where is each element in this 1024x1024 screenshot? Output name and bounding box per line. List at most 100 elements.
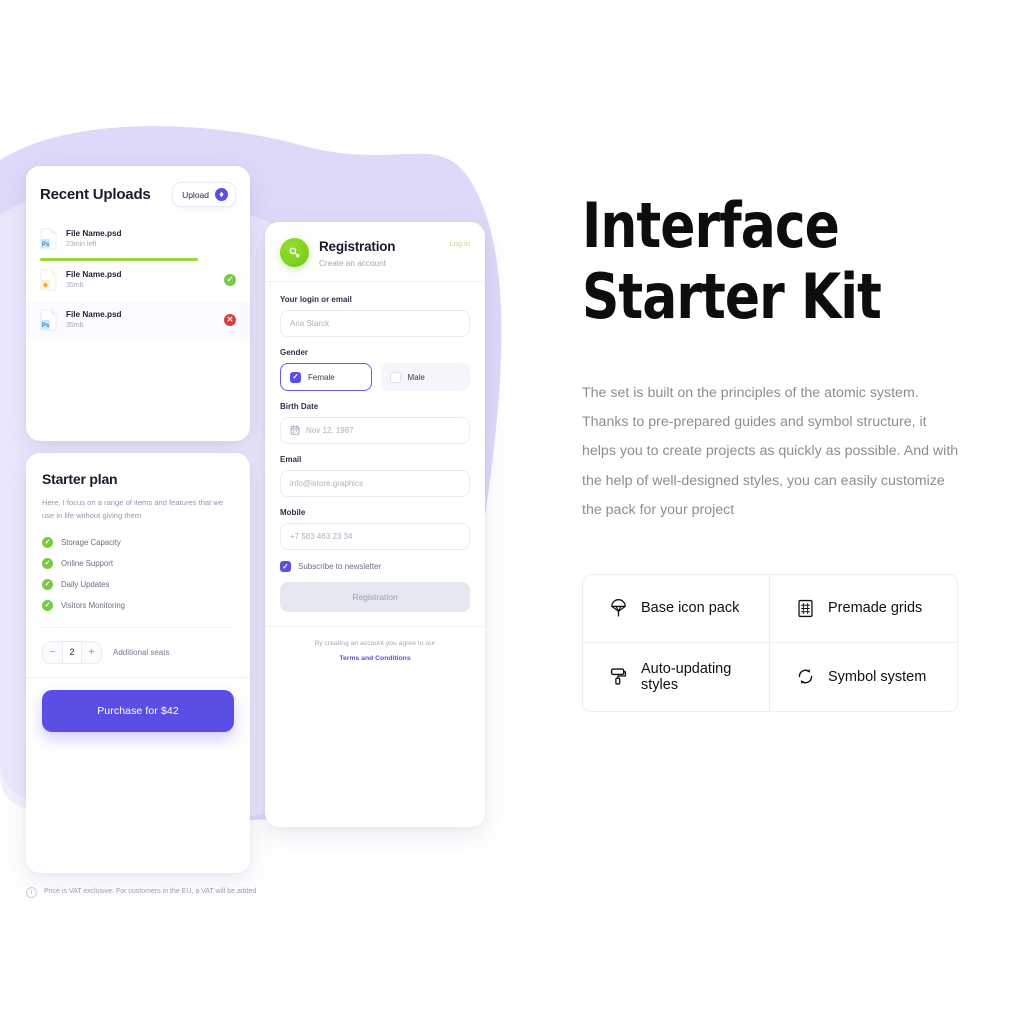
check-glyph: ✓: [292, 372, 299, 382]
birthdate-input-value: Nov 12, 1987: [306, 426, 354, 435]
login-input[interactable]: Aria Starck: [280, 310, 470, 337]
check-glyph: ✓: [44, 538, 51, 546]
quantity-stepper[interactable]: − 2 +: [42, 640, 102, 664]
file-size: 35mb: [66, 322, 84, 330]
plan-feature-label: Visitors Monitoring: [61, 600, 125, 610]
vat-note-text: Price is VAT exclusive. For customers in…: [44, 888, 257, 895]
check-glyph: ✓: [226, 274, 234, 284]
newsletter-row[interactable]: ✓ Subscribe to newsletter: [280, 561, 470, 572]
uploads-header: Recent Uploads Upload: [26, 166, 250, 215]
stepper-decrement-button[interactable]: −: [43, 641, 62, 663]
newsletter-label: Subscribe to newsletter: [298, 562, 382, 571]
additional-seats-label: Additional seats: [113, 647, 170, 657]
parachute-icon: [609, 598, 628, 618]
registration-subtitle: Create an account: [319, 259, 386, 268]
svg-text:Ps: Ps: [42, 242, 50, 248]
plan-feature-item: ✓ Visitors Monitoring: [42, 599, 234, 611]
file-size: 35mb: [66, 281, 84, 289]
check-glyph: ✓: [44, 601, 51, 609]
file-name: File Name.psd: [66, 229, 122, 238]
plan-feature-item: ✓ Daily Updates: [42, 578, 234, 590]
registration-title: Registration: [319, 239, 396, 254]
login-link[interactable]: Log in: [450, 239, 470, 248]
file-row[interactable]: File Name.psd 35mb ✓: [26, 262, 250, 299]
file-list: Ps File Name.psd 23min left File Name.ps…: [26, 215, 250, 339]
page-title: Interface Starter Kit: [582, 190, 949, 333]
registration-titles: Registration Create an account: [319, 238, 396, 268]
email-input[interactable]: info@istore.graphics: [280, 470, 470, 497]
page-root: Recent Uploads Upload Ps File Name.psd 2…: [0, 0, 1024, 1024]
birthdate-field-group: Birth Date Nov 12, 1987: [280, 402, 470, 444]
email-field-group: Email info@istore.graphics: [280, 455, 470, 497]
email-field-label: Email: [280, 455, 302, 464]
feature-label: Base icon pack: [641, 600, 740, 617]
birthdate-field-label: Birth Date: [280, 402, 319, 411]
page-title-line2: Starter Kit: [582, 260, 882, 334]
upload-success-icon: ✓: [224, 273, 236, 286]
registration-submit-button[interactable]: Registration: [280, 582, 470, 612]
photoshop-file-icon: Ps: [40, 228, 57, 250]
file-meta: File Name.psd 23min left: [66, 228, 236, 251]
feature-cell-base-icon-pack[interactable]: Base icon pack: [583, 574, 770, 643]
purchase-section: Purchase for $42: [26, 678, 250, 732]
stepper-increment-button[interactable]: +: [82, 641, 101, 663]
file-row[interactable]: Ps File Name.psd 35mb ✕: [26, 302, 250, 339]
file-row[interactable]: Ps File Name.psd 23min left: [26, 221, 250, 261]
birthdate-input[interactable]: Nov 12, 1987: [280, 417, 470, 444]
upload-button-label: Upload: [182, 189, 209, 200]
stepper-value: 2: [62, 641, 82, 663]
gender-option-female[interactable]: ✓ Female: [280, 363, 372, 391]
registration-form: Your login or email Aria Starck Gender ✓…: [265, 282, 485, 612]
plan-description: Here, I focus on a range of items and fe…: [42, 498, 224, 521]
plan-feature-label: Online Support: [61, 558, 114, 568]
page-title-line1: Interface: [582, 189, 840, 262]
login-field-group: Your login or email Aria Starck: [280, 295, 470, 337]
additional-seats-row: − 2 + Additional seats: [26, 628, 250, 677]
paint-roller-icon: [609, 667, 628, 686]
plan-feature-item: ✓ Storage Capacity: [42, 536, 234, 548]
info-icon: i: [26, 887, 37, 898]
file-meta: File Name.psd 35mb: [66, 309, 215, 332]
login-field-label: Your login or email: [280, 295, 352, 304]
plan-feature-label: Storage Capacity: [61, 537, 121, 547]
grid-icon: [796, 599, 815, 618]
registration-card: Registration Create an account Log in Yo…: [265, 222, 485, 827]
sketch-file-icon: [40, 269, 57, 291]
file-name: File Name.psd: [66, 310, 122, 320]
registration-footer: By creating an account you agree to our …: [265, 627, 485, 662]
mobile-field-label: Mobile: [280, 508, 306, 517]
upload-error-icon: ✕: [224, 314, 236, 327]
plan-header: Starter plan Here, I focus on a range of…: [26, 453, 250, 628]
gender-option-male[interactable]: Male: [380, 363, 470, 391]
calendar-icon: [290, 422, 300, 440]
upload-button[interactable]: Upload: [172, 182, 236, 207]
upload-arrow-icon: [215, 188, 228, 201]
file-name: File Name.psd: [66, 269, 122, 279]
checkbox-checked-icon: ✓: [280, 561, 291, 572]
feature-cell-premade-grids[interactable]: Premade grids: [770, 575, 957, 643]
plan-feature-item: ✓ Online Support: [42, 557, 234, 569]
checkbox-checked-icon: ✓: [290, 371, 301, 383]
email-input-placeholder: info@istore.graphics: [290, 479, 364, 488]
feature-cell-auto-updating-styles[interactable]: Auto-updating styles: [583, 642, 770, 711]
check-circle-icon: ✓: [42, 536, 53, 548]
file-status-text: 23min left: [66, 241, 97, 249]
terms-and-conditions-link[interactable]: Terms and Conditions: [280, 655, 470, 662]
purchase-button[interactable]: Purchase for $42: [42, 689, 234, 732]
feature-cell-symbol-system[interactable]: Symbol system: [770, 643, 957, 711]
file-meta: File Name.psd 35mb: [66, 269, 215, 292]
mobile-input[interactable]: +7 583 463 23 34: [280, 523, 470, 550]
plan-feature-label: Daily Updates: [61, 579, 110, 589]
photoshop-file-icon: Ps: [40, 309, 57, 331]
mobile-input-placeholder: +7 583 463 23 34: [290, 532, 353, 541]
feature-label: Auto-updating styles: [641, 660, 732, 693]
login-input-placeholder: Aria Starck: [290, 319, 330, 328]
gender-field-label: Gender: [280, 348, 309, 357]
sync-icon: [796, 667, 815, 686]
plan-feature-list: ✓ Storage Capacity ✓ Online Support ✓ Da…: [42, 536, 234, 611]
terms-intro-text: By creating an account you agree to our: [314, 640, 436, 647]
feature-label: Premade grids: [828, 600, 923, 617]
recent-uploads-card: Recent Uploads Upload Ps File Name.psd 2…: [26, 166, 250, 441]
plan-title: Starter plan: [42, 471, 118, 487]
gender-field-group: Gender ✓ Female Male: [280, 348, 470, 391]
